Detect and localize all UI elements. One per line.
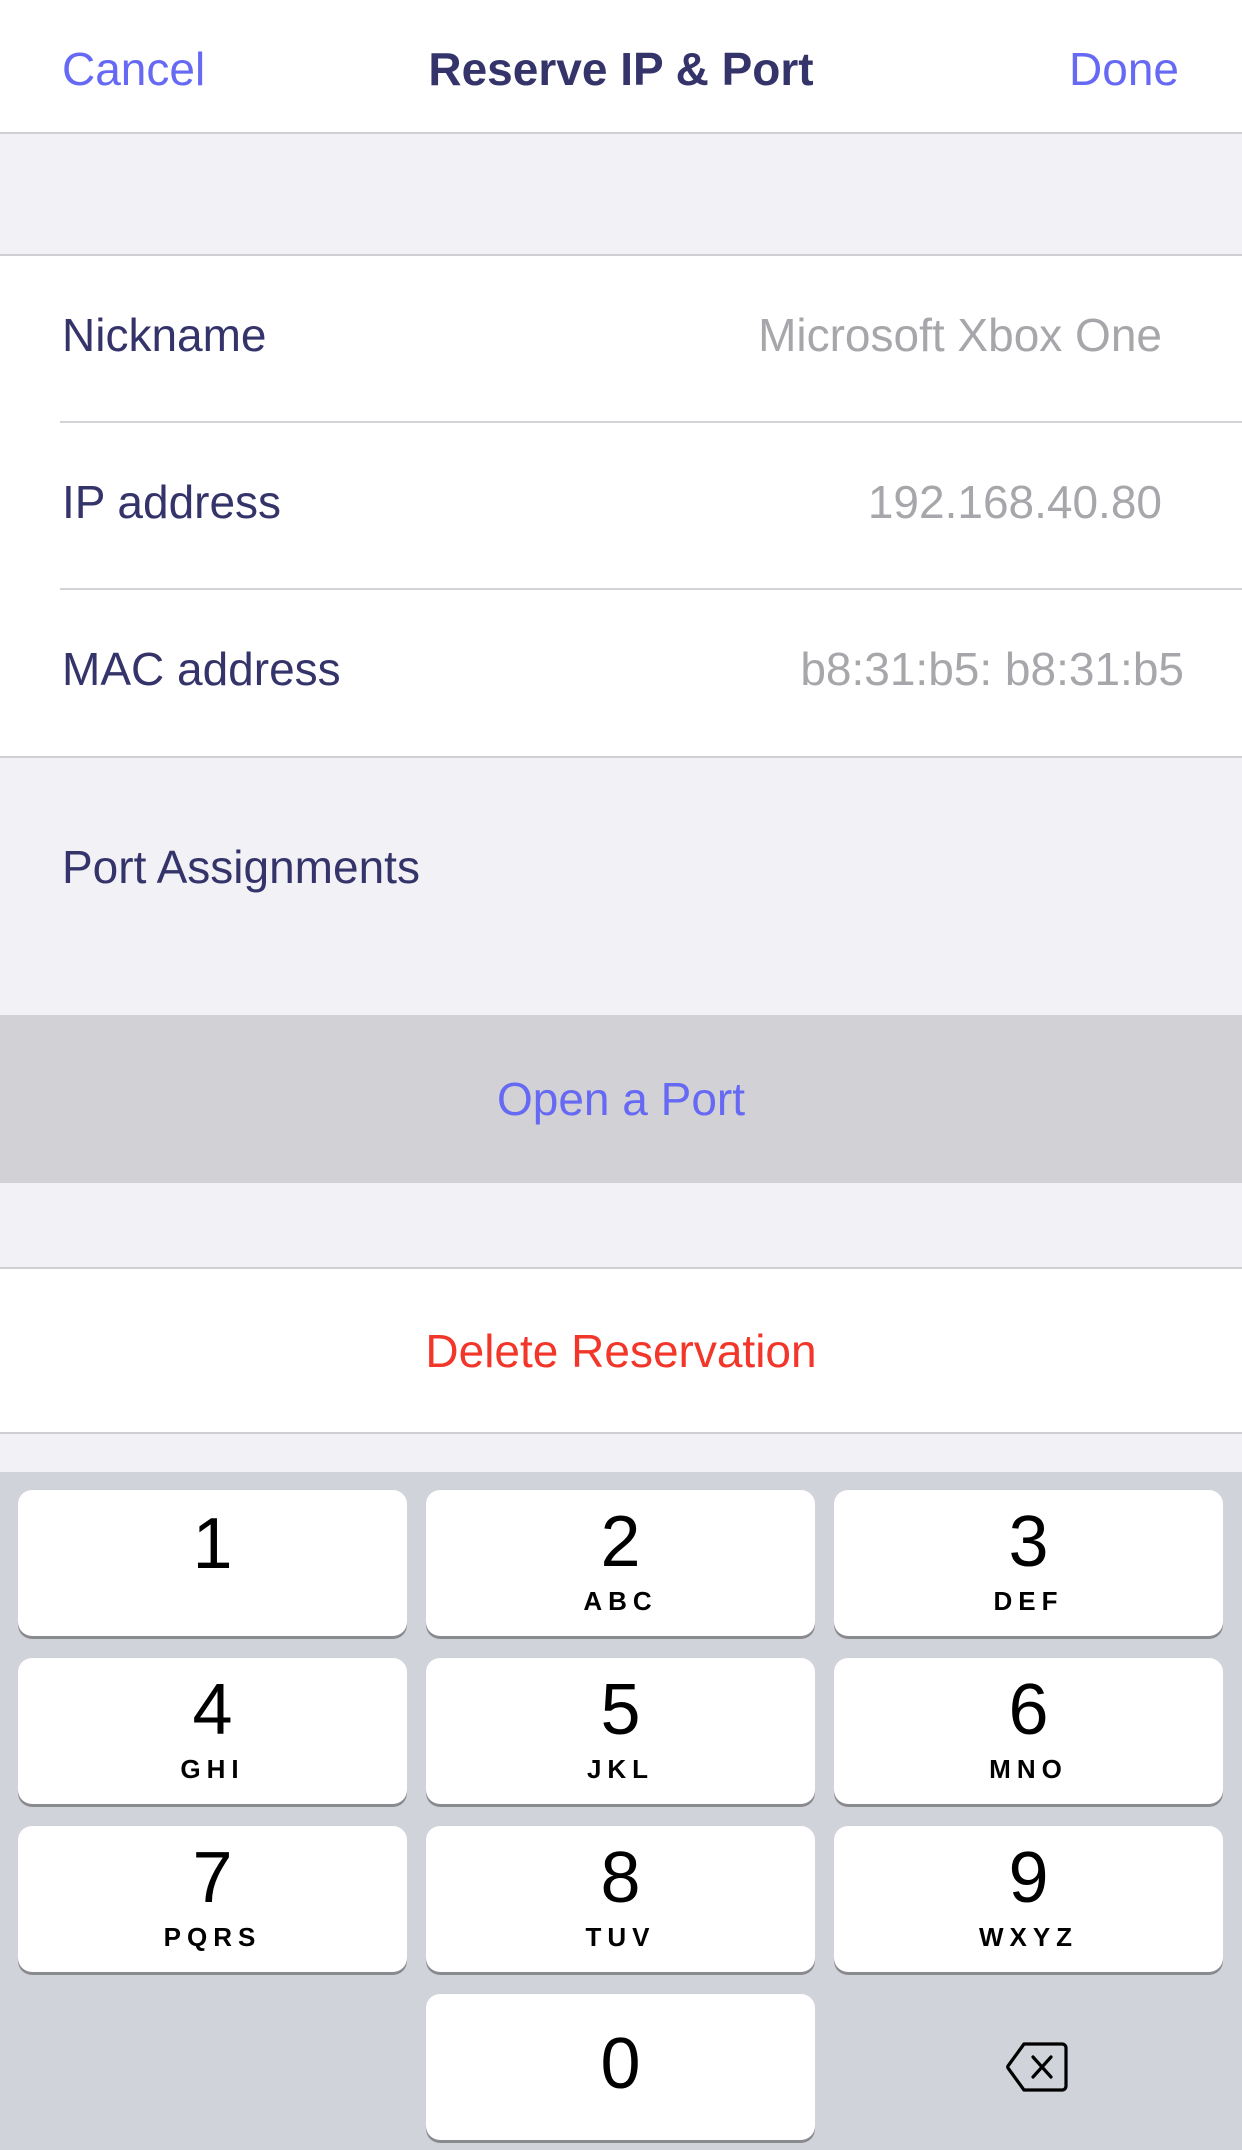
key-letters: TUV: [585, 1922, 656, 1952]
ip-address-label: IP address: [62, 476, 282, 528]
reservation-fields: Nickname IP address MAC address: [0, 256, 1242, 758]
key-letters: MNO: [989, 1754, 1068, 1784]
key-digit: 4: [192, 1670, 233, 1750]
nickname-row: Nickname: [0, 256, 1242, 423]
key-letters: JKL: [586, 1754, 655, 1784]
nickname-field[interactable]: [562, 308, 1162, 362]
key-9[interactable]: 9 WXYZ: [834, 1826, 1223, 1972]
key-letters: DEF: [993, 1586, 1064, 1616]
mac-address-label: MAC address: [62, 643, 341, 695]
key-digit: 5: [600, 1670, 641, 1750]
key-0[interactable]: 0: [426, 1994, 815, 2140]
key-1[interactable]: 1: [18, 1490, 407, 1636]
mac-address-field[interactable]: [584, 642, 1184, 696]
section-spacer: [0, 1183, 1242, 1269]
key-digit: 6: [1008, 1670, 1049, 1750]
delete-backward-icon: [1006, 2042, 1068, 2092]
key-digit: 2: [600, 1502, 641, 1582]
key-digit: 1: [192, 1504, 233, 1584]
key-7[interactable]: 7 PQRS: [18, 1826, 407, 1972]
section-spacer: [0, 134, 1242, 256]
ip-address-field[interactable]: [562, 475, 1162, 529]
page-title: Reserve IP & Port: [428, 43, 814, 95]
ip-address-row: IP address: [0, 423, 1242, 590]
key-letters: WXYZ: [978, 1922, 1079, 1952]
delete-reservation-button[interactable]: Delete Reservation: [0, 1269, 1242, 1434]
key-digit: 7: [192, 1838, 233, 1918]
key-letters: GHI: [180, 1754, 245, 1784]
key-4[interactable]: 4 GHI: [18, 1658, 407, 1804]
mac-address-row: MAC address: [0, 590, 1242, 757]
key-letters: ABC: [583, 1586, 658, 1616]
key-digit: 0: [600, 2024, 641, 2104]
key-digit: 3: [1008, 1502, 1049, 1582]
nickname-label: Nickname: [62, 309, 267, 361]
backspace-key[interactable]: [834, 1994, 1223, 2140]
port-assignments-title: Port Assignments: [62, 841, 420, 893]
key-6[interactable]: 6 MNO: [834, 1658, 1223, 1804]
key-2[interactable]: 2 ABC: [426, 1490, 815, 1636]
open-port-button[interactable]: Open a Port: [0, 1015, 1242, 1183]
key-digit: 9: [1008, 1838, 1049, 1918]
numeric-keypad: 1 2 ABC 3 DEF 4 GHI 5 JKL 6 MNO 7 PQRS 8…: [0, 1472, 1242, 2150]
key-letters: PQRS: [163, 1922, 262, 1952]
key-3[interactable]: 3 DEF: [834, 1490, 1223, 1636]
done-button[interactable]: Done: [1069, 42, 1179, 96]
section-spacer: [0, 1436, 1242, 1472]
key-5[interactable]: 5 JKL: [426, 1658, 815, 1804]
key-8[interactable]: 8 TUV: [426, 1826, 815, 1972]
navigation-bar: Cancel Reserve IP & Port Done: [0, 0, 1242, 134]
key-digit: 8: [600, 1838, 641, 1918]
port-assignments-header: Port Assignments: [0, 758, 1242, 1015]
